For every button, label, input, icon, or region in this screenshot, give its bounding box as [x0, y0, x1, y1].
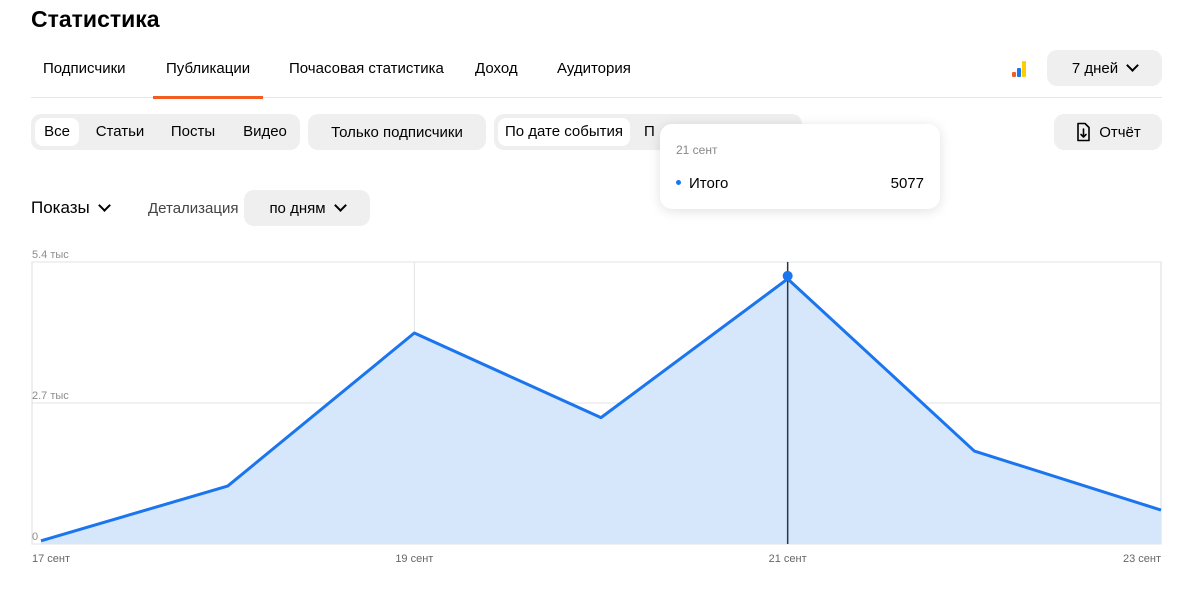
x-tick-label: 19 сент — [395, 553, 433, 565]
y-tick-label: 5.4 тыс — [32, 249, 69, 261]
series-area — [41, 278, 1161, 544]
highlight-point — [782, 270, 793, 281]
tooltip-series-name: Итого — [689, 175, 729, 192]
x-tick-label: 17 сент — [32, 553, 70, 565]
y-tick-label: 2.7 тыс — [32, 390, 69, 402]
tooltip-series-value: 5077 — [890, 175, 924, 192]
x-tick-label: 23 сент — [1123, 553, 1161, 565]
series-dot-icon — [676, 180, 681, 185]
x-tick-label: 21 сент — [769, 553, 807, 565]
y-tick-label: 0 — [32, 531, 38, 543]
chart-tooltip: 21 сент Итого 5077 — [660, 124, 940, 209]
tooltip-date: 21 сент — [676, 143, 718, 157]
impressions-chart[interactable]: 0 2.7 тыс 5.4 тыс 17 сент 19 сент 21 сент 23 с… — [0, 0, 1200, 589]
